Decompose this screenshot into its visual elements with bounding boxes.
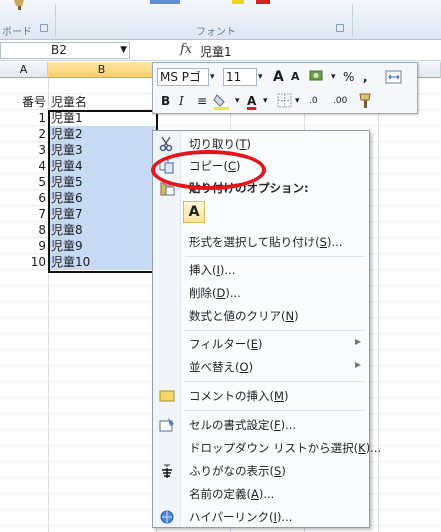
align-center-icon[interactable]: ≡ xyxy=(197,92,207,110)
chevron-down-icon[interactable]: ▼ xyxy=(120,43,127,58)
menu-item-paste-special[interactable]: 形式を選択して貼り付け(S)... xyxy=(153,231,371,253)
cell-a5[interactable]: 4 xyxy=(0,158,48,174)
menu-item-label: 挿入(I)... xyxy=(189,263,236,277)
mini-toolbar: MS Pゴ ▾ 11 ▾ A A ▾ % , B I ≡ ▾ A ▾ ▾ .0 … xyxy=(152,62,418,114)
cell-a8[interactable]: 7 xyxy=(0,206,48,222)
formula-bar: B2 ▼ fx 児童1 xyxy=(0,41,441,61)
copy-highlight-circle xyxy=(151,150,266,190)
menu-item-clear-contents[interactable]: 数式と値のクリア(N) xyxy=(153,305,371,327)
selection-border xyxy=(48,110,158,273)
cell-a3[interactable]: 2 xyxy=(0,126,48,142)
menu-item-show-phonetic[interactable]: ふりがなの表示(S) xyxy=(153,460,371,482)
percent-style-icon[interactable]: % xyxy=(343,68,354,86)
group-divider xyxy=(352,4,353,36)
menu-item-insert[interactable]: 挿入(I)... xyxy=(153,259,371,281)
format-painter-icon[interactable] xyxy=(357,92,375,110)
menu-item-label: コメントの挿入(M) xyxy=(189,389,289,403)
font-launcher-icon[interactable] xyxy=(336,24,344,32)
submenu-arrow-icon: ▶ xyxy=(354,337,361,346)
chevron-down-icon[interactable]: ▾ xyxy=(331,68,336,86)
menu-item-insert-comment[interactable]: コメントの挿入(M) xyxy=(153,385,371,407)
menu-item-label: 削除(D)... xyxy=(189,286,241,300)
grow-font-icon[interactable]: A xyxy=(273,68,284,86)
menu-item-format-cells[interactable]: セルの書式設定(F)... xyxy=(153,414,371,436)
menu-item-label: ハイパーリンク(I)... xyxy=(189,510,293,524)
clipboard-launcher-icon[interactable] xyxy=(40,24,48,32)
highlight-color-mark xyxy=(232,0,244,4)
menu-item-delete[interactable]: 削除(D)... xyxy=(153,282,371,304)
chevron-down-icon[interactable]: ▾ xyxy=(210,68,215,86)
column-header-b[interactable]: B xyxy=(48,62,156,78)
font-group-label: フォント xyxy=(196,27,236,38)
hyperlink-icon xyxy=(160,510,174,524)
merge-center-icon[interactable] xyxy=(385,69,403,85)
cell-a4[interactable]: 3 xyxy=(0,142,48,158)
menu-item-pick-from-dropdown[interactable]: ドロップダウン リストから選択(K)... xyxy=(153,437,381,459)
menu-item-label: 並べ替え(O) xyxy=(189,360,254,374)
context-menu: 切り取り(T) コピー(C) 貼り付けのオプション: A 形式を選択して貼り付け… xyxy=(152,130,381,528)
menu-item-label: セルの書式設定(F)... xyxy=(189,418,297,432)
ribbon-color-mark xyxy=(150,0,180,4)
italic-icon[interactable]: I xyxy=(179,92,184,110)
chevron-down-icon[interactable]: ▾ xyxy=(295,92,300,110)
insert-function-icon[interactable]: fx xyxy=(180,42,192,57)
scissors-icon xyxy=(159,136,173,152)
format-cells-icon xyxy=(159,418,174,432)
menu-item-label: ふりがなの表示(S) xyxy=(189,464,286,478)
increase-decimal-icon[interactable]: .0 xyxy=(309,92,318,110)
submenu-arrow-icon: ▶ xyxy=(354,360,361,369)
chevron-down-icon[interactable]: ▾ xyxy=(235,92,240,110)
fill-color-icon[interactable] xyxy=(213,92,231,110)
menu-item-label: 形式を選択して貼り付け(S)... xyxy=(189,235,343,249)
menu-separator xyxy=(185,381,365,382)
cell-a1[interactable]: 番号 xyxy=(0,94,48,110)
font-name-dropdown[interactable]: MS Pゴ xyxy=(157,68,209,86)
menu-item-filter[interactable]: フィルター(E) ▶ xyxy=(153,333,371,355)
menu-item-sort[interactable]: 並べ替え(O) ▶ xyxy=(153,356,371,378)
menu-item-label: フィルター(E) xyxy=(189,337,263,351)
comma-style-icon[interactable]: , xyxy=(363,68,368,86)
menu-item-label: 数式と値のクリア(N) xyxy=(189,309,299,323)
cell-a2[interactable]: 1 xyxy=(0,110,48,126)
cell-a9[interactable]: 8 xyxy=(0,222,48,238)
cell-a10[interactable]: 9 xyxy=(0,238,48,254)
chevron-down-icon[interactable]: ▾ xyxy=(258,68,263,86)
paste-options-row: A xyxy=(153,199,371,227)
formula-content[interactable]: 児童1 xyxy=(200,43,232,60)
font-size-dropdown[interactable]: 11 xyxy=(223,68,257,86)
name-box-value: B2 xyxy=(51,43,67,57)
clipboard-group-label: ボード xyxy=(2,27,32,38)
menu-separator xyxy=(185,330,365,331)
chevron-down-icon[interactable]: ▾ xyxy=(263,92,268,110)
group-divider xyxy=(55,4,56,36)
name-box[interactable]: B2 ▼ xyxy=(0,42,130,59)
comment-icon xyxy=(159,390,175,402)
menu-item-define-name[interactable]: 名前の定義(A)... xyxy=(153,483,371,505)
paste-button[interactable]: A xyxy=(183,201,205,223)
menu-separator xyxy=(185,256,365,257)
menu-separator xyxy=(185,410,365,411)
phonetic-guide-icon xyxy=(162,464,172,478)
shrink-font-icon[interactable]: A xyxy=(291,68,300,86)
menu-item-hyperlink[interactable]: ハイパーリンク(I)... xyxy=(153,506,371,528)
borders-icon[interactable] xyxy=(277,93,293,109)
column-header-a[interactable]: A xyxy=(0,62,48,78)
cell-a6[interactable]: 5 xyxy=(0,174,48,190)
cell-a11[interactable]: 10 xyxy=(0,254,48,270)
decrease-decimal-icon[interactable]: .00 xyxy=(333,92,347,110)
ribbon: ボード フォント xyxy=(0,0,441,40)
cell-b1[interactable]: 児童名 xyxy=(48,94,156,110)
format-painter-icon[interactable] xyxy=(12,0,28,10)
accounting-format-icon[interactable] xyxy=(309,69,327,85)
menu-item-label: 名前の定義(A)... xyxy=(189,487,275,501)
font-color-mark xyxy=(256,0,270,4)
cell-a7[interactable]: 6 xyxy=(0,190,48,206)
bold-icon[interactable]: B xyxy=(161,92,170,110)
font-color-icon[interactable]: A xyxy=(247,92,256,110)
menu-item-label: ドロップダウン リストから選択(K)... xyxy=(189,441,382,455)
